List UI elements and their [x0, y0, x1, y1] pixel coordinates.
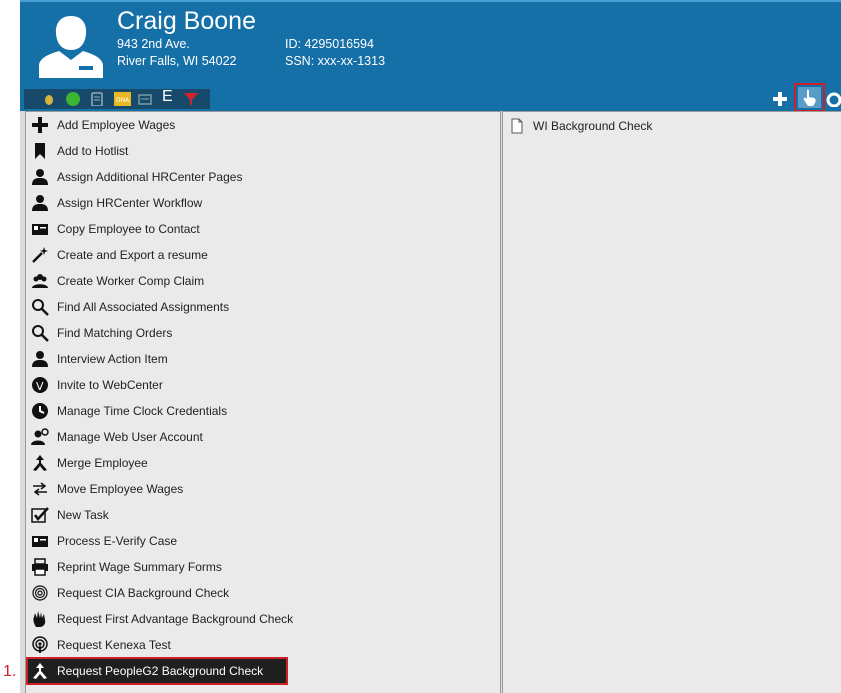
action-item[interactable]: Assign Additional HRCenter Pages: [28, 165, 488, 189]
action-label: Request CIA Background Check: [57, 586, 230, 600]
magic-wand-icon: [32, 247, 48, 263]
action-label: Create Worker Comp Claim: [57, 274, 205, 288]
fingerprint-icon: [32, 585, 48, 601]
document-icon: [511, 118, 523, 134]
action-label: Manage Web User Account: [57, 430, 203, 444]
action-item[interactable]: Request CIA Background Check: [28, 581, 488, 605]
action-item[interactable]: Copy Employee to Contact: [28, 217, 488, 241]
e-verify-icon[interactable]: E: [162, 88, 173, 106]
pin-icon[interactable]: [42, 92, 56, 106]
id-card-icon[interactable]: [138, 92, 152, 106]
action-item[interactable]: Add to Hotlist: [28, 139, 488, 163]
toolbar: DNA E: [20, 83, 841, 112]
add-icon[interactable]: [773, 92, 787, 106]
action-label: Find Matching Orders: [57, 326, 173, 340]
dna-icon[interactable]: DNA: [114, 92, 131, 106]
pointer-hand-icon: [803, 89, 816, 106]
step-number: 1.: [3, 663, 17, 680]
merge-icon: [33, 455, 47, 471]
action-label: Create and Export a resume: [57, 248, 208, 262]
action-label: Assign HRCenter Workflow: [57, 196, 203, 210]
filter-icon[interactable]: [184, 92, 198, 106]
employee-name: Craig Boone: [117, 7, 256, 35]
action-detail-panel: WI Background Check: [502, 111, 841, 693]
action-item[interactable]: Find All Associated Assignments: [28, 295, 488, 319]
move-arrows-icon: [33, 482, 47, 496]
action-item[interactable]: Assign HRCenter Workflow: [28, 191, 488, 215]
employee-header: Craig Boone 943 2nd Ave. River Falls, WI…: [20, 0, 841, 87]
action-label: Reprint Wage Summary Forms: [57, 560, 222, 574]
action-label: Find All Associated Assignments: [57, 300, 230, 314]
action-label: Request Kenexa Test: [57, 638, 171, 652]
action-item[interactable]: Request Kenexa Test: [28, 633, 488, 657]
employee-ssn: SSN: xxx-xx-1313: [285, 54, 386, 68]
actions-pointer-button[interactable]: [798, 87, 821, 108]
action-item[interactable]: Create and Export a resume: [28, 243, 488, 267]
action-item[interactable]: New Task: [28, 503, 488, 527]
employee-avatar: [39, 16, 103, 78]
green-status-icon[interactable]: [66, 92, 80, 106]
action-label: Copy Employee to Contact: [57, 222, 200, 236]
bookmark-icon: [35, 143, 45, 159]
action-label: New Task: [57, 508, 109, 522]
document-label: WI Background Check: [533, 119, 653, 133]
person-icon: [32, 351, 48, 367]
web-user-icon: [31, 428, 49, 445]
app-window: Craig Boone 943 2nd Ave. River Falls, WI…: [20, 0, 841, 693]
action-label: Request PeopleG2 Background Check: [57, 664, 264, 678]
action-item[interactable]: V Invite to WebCenter: [28, 373, 488, 397]
webcenter-icon: V: [32, 377, 48, 393]
action-label: Merge Employee: [57, 456, 148, 470]
svg-text:DNA: DNA: [116, 97, 130, 104]
checkbox-icon: [31, 507, 49, 523]
person-icon: [32, 195, 48, 211]
action-label: Interview Action Item: [57, 352, 168, 366]
employee-id: ID: 4295016594: [285, 37, 374, 51]
group-icon: [32, 274, 48, 288]
action-item[interactable]: Manage Web User Account: [28, 425, 488, 449]
contact-card-icon: [32, 224, 48, 235]
action-label: Invite to WebCenter: [57, 378, 163, 392]
action-label: Move Employee Wages: [57, 482, 184, 496]
plus-icon: [32, 117, 48, 133]
action-label: Manage Time Clock Credentials: [57, 404, 228, 418]
timeclock-icon: [32, 403, 48, 419]
action-item[interactable]: Process E-Verify Case: [28, 529, 488, 553]
action-label: Process E-Verify Case: [57, 534, 178, 548]
action-item[interactable]: Reprint Wage Summary Forms: [28, 555, 488, 579]
action-item[interactable]: Find Matching Orders: [28, 321, 488, 345]
magnifier-icon: [32, 299, 49, 316]
handprint-icon: [33, 611, 46, 627]
employee-address-line2: River Falls, WI 54022: [117, 54, 237, 68]
actions-list-panel: Add Employee Wages Add to Hotlist Assign A…: [25, 111, 501, 693]
action-label: Add to Hotlist: [57, 144, 129, 158]
action-label: Add Employee Wages: [57, 118, 176, 132]
action-item[interactable]: Add Employee Wages: [28, 113, 488, 137]
action-item[interactable]: Merge Employee: [28, 451, 488, 475]
merge-icon: [33, 663, 47, 679]
action-item[interactable]: Interview Action Item: [28, 347, 488, 371]
podcast-icon: [32, 636, 48, 653]
person-icon: [32, 169, 48, 185]
action-label: Request First Advantage Background Check: [57, 612, 294, 626]
contact-card-icon: [32, 536, 48, 547]
printer-icon: [32, 558, 48, 576]
clipboard-icon[interactable]: [90, 92, 104, 106]
action-item[interactable]: Move Employee Wages: [28, 477, 488, 501]
action-item[interactable]: Manage Time Clock Credentials: [28, 399, 488, 423]
action-item[interactable]: Request PeopleG2 Background Check: [26, 657, 288, 685]
employee-address-line1: 943 2nd Ave.: [117, 37, 190, 51]
action-label: Assign Additional HRCenter Pages: [57, 170, 243, 184]
toolbar-status-icons: DNA E: [24, 88, 210, 109]
magnifier-icon: [32, 325, 49, 342]
refresh-icon[interactable]: [826, 92, 841, 107]
svg-text:V: V: [36, 380, 44, 393]
action-item[interactable]: Create Worker Comp Claim: [28, 269, 488, 293]
action-item[interactable]: Request First Advantage Background Check: [28, 607, 488, 631]
